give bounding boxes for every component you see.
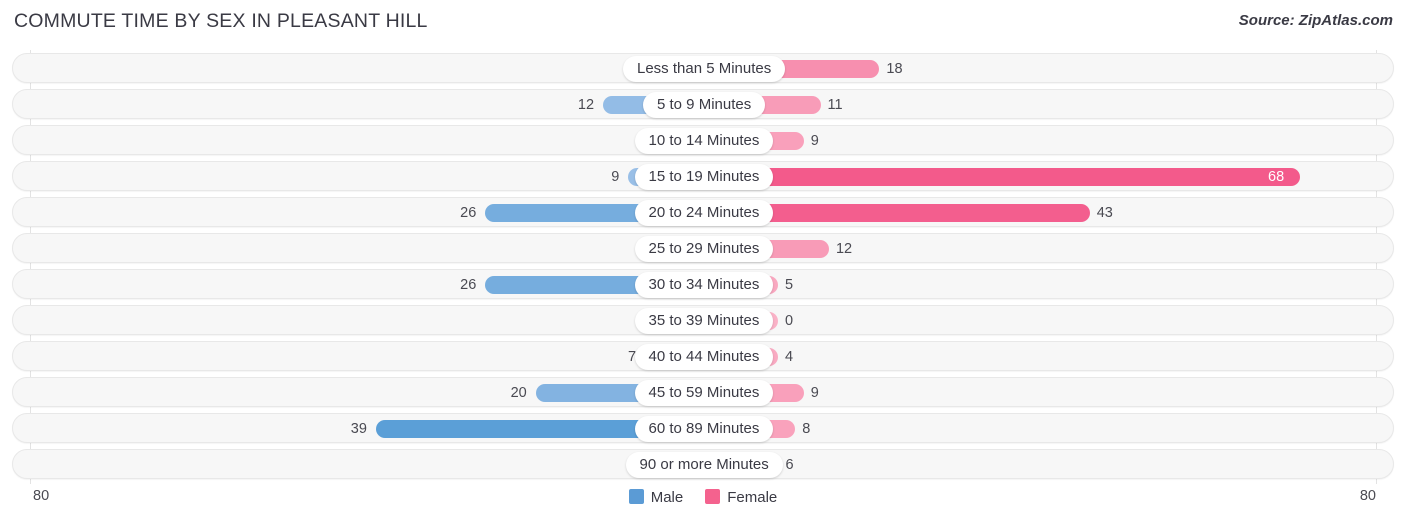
value-label-female: 6: [785, 457, 794, 473]
category-label: 60 to 89 Minutes: [634, 416, 774, 442]
value-label-female: 12: [835, 241, 853, 257]
value-label-male: 20: [510, 385, 527, 401]
table-row[interactable]: 6035 to 39 Minutes: [12, 305, 1394, 335]
table-row[interactable]: 31225 to 29 Minutes: [12, 233, 1394, 263]
chart-plot-area: 0 18 Less than 5 Minutes 12 11 5 to 9 Minutes…: [0, 50, 1406, 485]
table-row[interactable]: 018Less than 5 Minutes: [12, 53, 1394, 83]
table-row[interactable]: 9 68 15 to 19 Minutes: [12, 161, 1394, 191]
legend-swatch-icon: [705, 488, 721, 504]
value-label-male: 39: [350, 421, 367, 437]
value-label-male: 12: [577, 97, 595, 113]
category-label: 40 to 44 Minutes: [634, 344, 774, 370]
page-title: COMMUTE TIME BY SEX IN PLEASANT HILL: [14, 10, 428, 32]
category-label: 90 or more Minutes: [625, 452, 783, 478]
value-label-male: 26: [460, 277, 477, 293]
value-label-male: 9: [611, 169, 620, 185]
category-label: 30 to 34 Minutes: [634, 272, 774, 298]
chart-legend: Male Female: [0, 488, 1406, 506]
table-row[interactable]: 5910 to 14 Minutes: [12, 125, 1394, 155]
category-label: 5 to 9 Minutes: [643, 92, 766, 118]
category-label: 15 to 19 Minutes: [634, 164, 774, 190]
legend-item-male[interactable]: Male: [628, 488, 684, 506]
value-label-female: 43: [1096, 205, 1113, 221]
value-label-female: 9: [810, 385, 819, 401]
legend-label: Female: [727, 488, 778, 506]
value-label-female: 18: [886, 61, 903, 77]
table-row[interactable]: 3690 or more Minutes: [12, 449, 1394, 479]
table-row[interactable]: 26 5 30 to 34 Minutes: [12, 269, 1394, 299]
bar-female[interactable]: [728, 168, 1301, 186]
legend-item-female[interactable]: Female: [705, 488, 777, 506]
chart-header: COMMUTE TIME BY SEX IN PLEASANT HILL Sou…: [0, 0, 1406, 45]
table-row[interactable]: 39 8 60 to 89 Minutes: [12, 413, 1394, 443]
category-label: 10 to 14 Minutes: [634, 128, 774, 154]
value-label-female: 9: [810, 133, 819, 149]
value-label-female: 68: [1268, 169, 1285, 185]
legend-label: Male: [650, 488, 684, 506]
source-attribution: Source: ZipAtlas.com: [1238, 12, 1393, 29]
table-row[interactable]: 12 11 5 to 9 Minutes: [12, 89, 1394, 119]
value-label-female: 0: [785, 313, 794, 329]
category-label: Less than 5 Minutes: [623, 56, 786, 82]
value-label-female: 11: [827, 97, 843, 113]
category-label: 25 to 29 Minutes: [634, 236, 774, 262]
category-label: 45 to 59 Minutes: [634, 380, 774, 406]
table-row[interactable]: 26 43 20 to 24 Minutes: [12, 197, 1394, 227]
table-row[interactable]: 7 4 40 to 44 Minutes: [12, 341, 1394, 371]
category-label: 20 to 24 Minutes: [634, 200, 774, 226]
table-row[interactable]: 20 9 45 to 59 Minutes: [12, 377, 1394, 407]
bar-female[interactable]: [728, 204, 1090, 222]
value-label-male: 26: [460, 205, 477, 221]
value-label-female: 8: [802, 421, 811, 437]
legend-swatch-icon: [628, 488, 644, 504]
category-label: 35 to 39 Minutes: [634, 308, 774, 334]
value-label-female: 5: [785, 277, 794, 293]
chart-footer: 80 80 Male Female: [0, 484, 1406, 523]
value-label-female: 4: [785, 349, 794, 365]
